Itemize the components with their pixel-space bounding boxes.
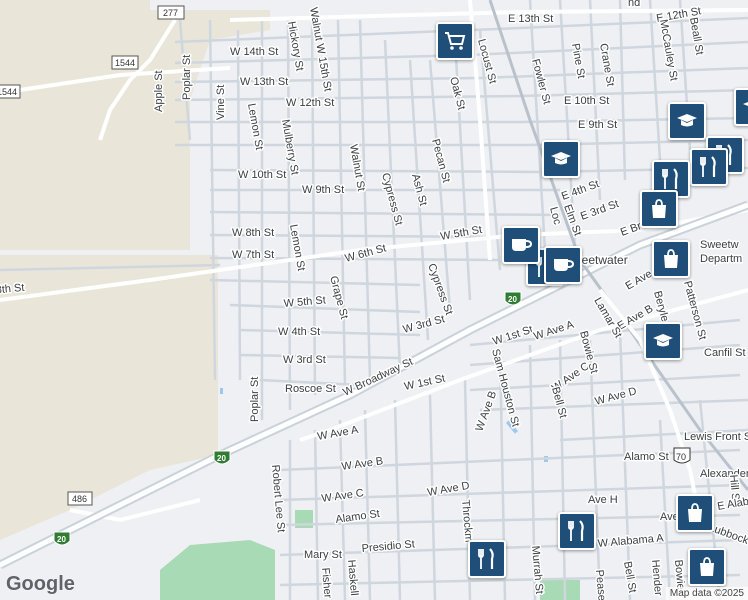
street-label-vine: Vine St — [215, 85, 227, 120]
poi-label-dept: Sweetw — [700, 239, 739, 251]
street-label-lewis: Lewis Front S — [684, 431, 748, 443]
street-label-w3rd: W 3rd St — [283, 354, 326, 366]
shopping-cart-icon — [445, 32, 466, 50]
shopping-bag-icon — [652, 199, 666, 218]
fork-knife-icon — [662, 168, 678, 189]
coffee-cup-icon — [512, 239, 532, 251]
graduation-cap-icon — [677, 114, 697, 127]
svg-text:277: 277 — [163, 8, 178, 18]
fork-knife-icon — [568, 520, 584, 541]
shopping-bag-icon — [700, 557, 714, 576]
shield-i20-b: 20 — [504, 291, 522, 306]
street-label-nd: nd — [628, 0, 640, 9]
poi-school-3[interactable] — [644, 322, 682, 360]
street-label-w14th: W 14th St — [230, 46, 278, 58]
svg-text:1544: 1544 — [0, 87, 17, 97]
street-label-alexander: Alexander — [700, 468, 748, 480]
poi-school-edge[interactable] — [734, 88, 748, 126]
street-label-alamo: Alamo St — [624, 451, 669, 463]
street-label-aveh: Ave H — [588, 494, 618, 506]
poi-shopping-cart[interactable] — [436, 22, 474, 60]
street-label-e13th: E 13th St — [508, 13, 553, 25]
poi-school-1[interactable] — [542, 140, 580, 178]
map-attribution[interactable]: Map data ©2025 — [665, 587, 748, 600]
shield-fm1544-left: 1544 — [0, 84, 21, 99]
street-label-w13th: W 13th St — [240, 76, 288, 88]
poi-shopping-bag-4[interactable] — [688, 548, 726, 586]
svg-text:20: 20 — [217, 454, 226, 463]
shield-i20-a: 20 — [213, 450, 231, 465]
graduation-cap-icon — [653, 334, 673, 347]
poi-shopping-bag-1[interactable] — [640, 190, 678, 228]
street-label-pease: Pease — [593, 569, 608, 600]
poi-restaurant-2[interactable] — [690, 148, 728, 186]
street-label-canfil: Canfil St — [704, 347, 746, 359]
street-label-poplar-b: Poplar St — [249, 377, 261, 422]
poi-cafe-1[interactable] — [502, 226, 540, 264]
street-label-poplar: Poplar St — [181, 55, 193, 100]
street-label-w8th: W 8th St — [232, 227, 274, 239]
map-base: E 13th St E 12th St W 14th St W 13th St … — [0, 0, 748, 600]
graduation-cap-icon — [743, 102, 748, 106]
poi-restaurant-4[interactable] — [558, 512, 596, 550]
svg-text:1544: 1544 — [115, 58, 135, 68]
fork-knife-icon — [478, 548, 494, 569]
shield-us70: 70 — [673, 447, 691, 464]
street-label-apple: Apple St — [153, 70, 165, 112]
street-label-w10th: W 10th St — [238, 169, 286, 181]
poi-shopping-bag-3[interactable] — [676, 494, 714, 532]
svg-text:486: 486 — [72, 494, 87, 504]
svg-text:70: 70 — [676, 452, 686, 462]
shopping-bag-icon — [664, 249, 678, 268]
fork-knife-icon — [700, 156, 716, 177]
coffee-cup-icon — [554, 259, 574, 271]
google-logo: Google — [6, 573, 75, 596]
graduation-cap-icon — [551, 152, 571, 165]
svg-text:20: 20 — [508, 295, 517, 304]
street-label-e10th: E 10th St — [564, 95, 609, 107]
shield-fm1544: 1544 — [111, 55, 139, 70]
street-label-w7th: W 7th St — [232, 249, 274, 261]
poi-shopping-bag-2[interactable] — [652, 240, 690, 278]
poi-label-dept-2: Departm — [700, 253, 742, 265]
shopping-bag-icon — [688, 503, 702, 522]
poi-cafe-2[interactable] — [544, 246, 582, 284]
shield-fm277: 277 — [157, 5, 185, 20]
map-canvas[interactable]: E 13th St E 12th St W 14th St W 13th St … — [0, 0, 748, 600]
street-label-w4th: W 4th St — [278, 326, 320, 338]
street-label-w9th: W 9th St — [302, 184, 344, 196]
street-label-w12th: W 12th St — [286, 97, 334, 109]
poi-school-2[interactable] — [668, 102, 706, 140]
street-label-roscoe: Roscoe St — [285, 383, 336, 395]
street-label-e9th: E 9th St — [578, 119, 617, 131]
shield-fm486: 486 — [67, 491, 93, 506]
svg-text:20: 20 — [57, 535, 66, 544]
poi-restaurant-5[interactable] — [468, 540, 506, 578]
street-label-mary: Mary St — [304, 549, 342, 561]
shield-i20-c: 20 — [53, 531, 71, 546]
